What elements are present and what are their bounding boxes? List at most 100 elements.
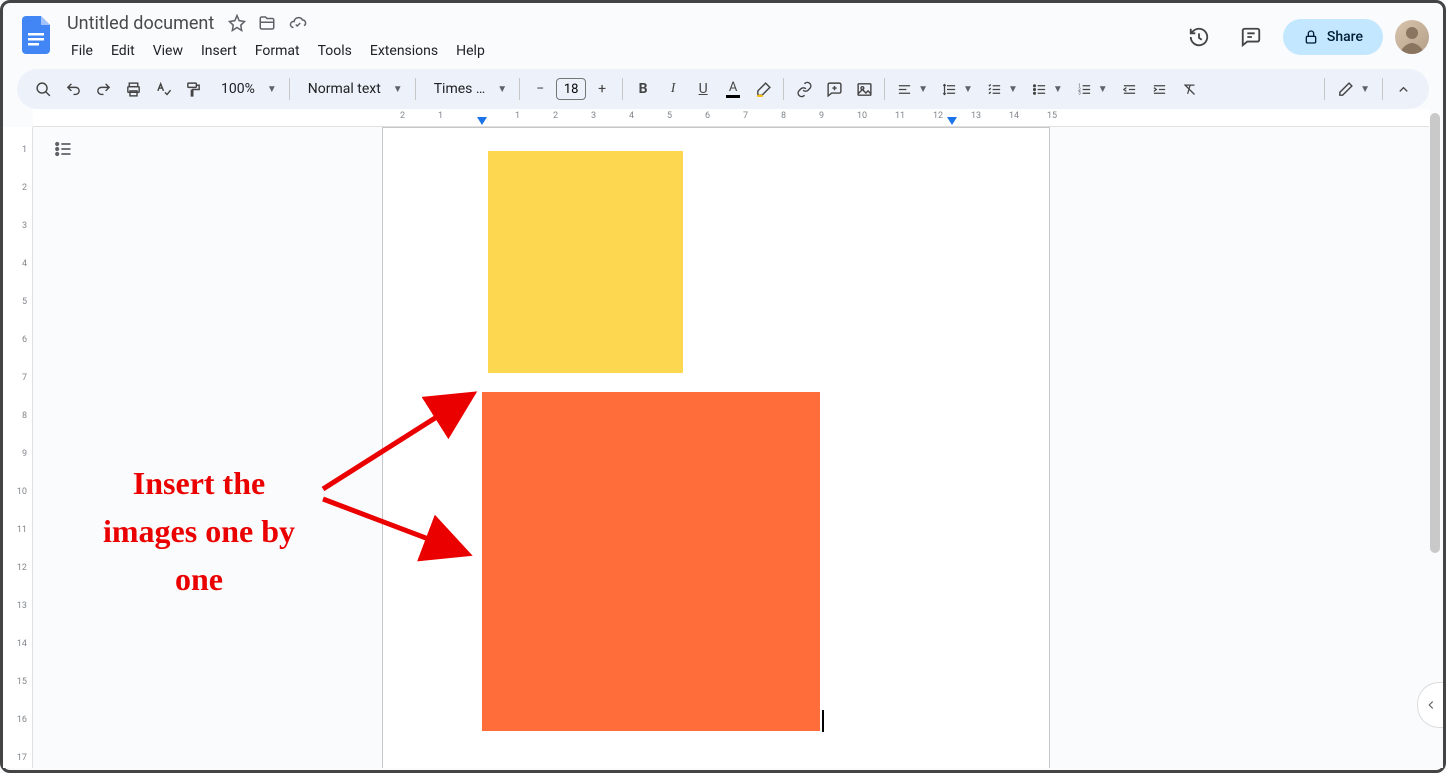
numbered-list-dropdown[interactable]: 123▼ <box>1071 75 1114 103</box>
font-dropdown[interactable]: Times … ▼ <box>422 75 513 103</box>
chevron-down-icon: ▼ <box>963 84 973 95</box>
ruler-tick: 7 <box>743 111 748 121</box>
separator <box>1324 78 1325 100</box>
separator <box>622 78 623 100</box>
vertical-scrollbar[interactable] <box>1430 113 1440 553</box>
text-cursor <box>822 710 824 732</box>
horizontal-ruler[interactable]: 12345678910111213141521 <box>33 109 1429 127</box>
menu-file[interactable]: File <box>63 39 101 63</box>
ruler-tick: 14 <box>1009 111 1019 121</box>
ruler-tick: 7 <box>9 373 27 383</box>
annotation-text: Insert the images one by one <box>69 459 329 603</box>
svg-text:3: 3 <box>1078 91 1081 96</box>
document-page[interactable] <box>382 127 1050 768</box>
ruler-tick: 2 <box>553 111 558 121</box>
insert-image-icon[interactable] <box>850 75 878 103</box>
ruler-tick: 1 <box>438 111 443 121</box>
vertical-ruler[interactable]: 1234567891011121314151617 <box>3 127 33 768</box>
history-icon[interactable] <box>1179 17 1219 57</box>
separator <box>1382 78 1383 100</box>
paint-format-icon[interactable] <box>179 75 207 103</box>
line-spacing-dropdown[interactable]: ▼ <box>936 75 979 103</box>
share-label: Share <box>1327 29 1363 45</box>
ruler-tick: 11 <box>895 111 905 121</box>
spellcheck-icon[interactable] <box>149 75 177 103</box>
indent-marker-right[interactable] <box>947 117 957 125</box>
undo-icon[interactable] <box>59 75 87 103</box>
cloud-status-icon[interactable] <box>288 14 308 32</box>
insert-link-icon[interactable] <box>790 75 818 103</box>
editing-mode-dropdown[interactable]: ▼ <box>1331 75 1376 103</box>
ruler-tick: 4 <box>9 259 27 269</box>
document-outline-icon[interactable] <box>45 131 81 167</box>
menu-extensions[interactable]: Extensions <box>362 39 446 63</box>
increase-font-icon[interactable]: + <box>588 75 616 103</box>
underline-icon[interactable]: U <box>689 75 717 103</box>
move-icon[interactable] <box>258 14 276 32</box>
increase-indent-icon[interactable] <box>1146 75 1174 103</box>
search-icon[interactable] <box>29 75 57 103</box>
italic-icon[interactable]: I <box>659 75 687 103</box>
text-color-icon[interactable]: A <box>719 75 747 103</box>
star-icon[interactable] <box>228 14 246 32</box>
add-comment-icon[interactable] <box>820 75 848 103</box>
bulleted-list-dropdown[interactable]: ▼ <box>1026 75 1069 103</box>
ruler-tick: 9 <box>9 449 27 459</box>
side-panel-expand-icon[interactable] <box>1417 682 1443 728</box>
ruler-tick: 12 <box>9 563 27 573</box>
highlight-icon[interactable] <box>749 75 777 103</box>
collapse-toolbar-icon[interactable] <box>1389 75 1417 103</box>
menu-help[interactable]: Help <box>448 39 493 63</box>
bold-icon[interactable]: B <box>629 75 657 103</box>
paragraph-style-dropdown[interactable]: Normal text▼ <box>296 75 409 103</box>
ruler-tick: 10 <box>9 487 27 497</box>
ruler-tick: 8 <box>9 411 27 421</box>
separator <box>884 78 885 100</box>
decrease-indent-icon[interactable] <box>1116 75 1144 103</box>
menu-edit[interactable]: Edit <box>103 39 143 63</box>
align-dropdown[interactable]: ▼ <box>891 75 934 103</box>
decrease-font-icon[interactable]: − <box>526 75 554 103</box>
checklist-dropdown[interactable]: ▼ <box>981 75 1024 103</box>
ruler-tick: 4 <box>629 111 634 121</box>
ruler-tick: 6 <box>705 111 710 121</box>
chevron-down-icon: ▼ <box>1053 84 1063 95</box>
inserted-image-1[interactable] <box>488 151 683 373</box>
redo-icon[interactable] <box>89 75 117 103</box>
comments-icon[interactable] <box>1231 17 1271 57</box>
menu-view[interactable]: View <box>145 39 191 63</box>
chevron-down-icon: ▼ <box>1008 84 1018 95</box>
print-icon[interactable] <box>119 75 147 103</box>
docs-logo-icon[interactable] <box>17 15 57 55</box>
ruler-tick: 8 <box>781 111 786 121</box>
ruler-tick: 13 <box>971 111 981 121</box>
ruler-tick: 2 <box>400 111 405 121</box>
zoom-dropdown[interactable]: 100%▼ <box>209 75 283 103</box>
menu-insert[interactable]: Insert <box>193 39 245 63</box>
ruler-tick: 13 <box>9 601 27 611</box>
clear-formatting-icon[interactable] <box>1176 75 1204 103</box>
ruler-tick: 3 <box>591 111 596 121</box>
ruler-tick: 9 <box>819 111 824 121</box>
menu-tools[interactable]: Tools <box>310 39 360 63</box>
share-button[interactable]: Share <box>1283 19 1383 55</box>
separator <box>415 78 416 100</box>
chevron-down-icon: ▼ <box>1098 84 1108 95</box>
font-size-input[interactable]: 18 <box>556 78 586 100</box>
ruler-tick: 12 <box>933 111 943 121</box>
ruler-tick: 15 <box>1047 111 1057 121</box>
inserted-image-2[interactable] <box>482 392 820 731</box>
ruler-tick: 16 <box>9 715 27 725</box>
font-value: Times … <box>428 81 492 97</box>
ruler-tick: 2 <box>9 183 27 193</box>
menu-format[interactable]: Format <box>247 39 308 63</box>
account-avatar[interactable] <box>1395 20 1429 54</box>
chevron-down-icon: ▼ <box>497 84 507 95</box>
app-header: Untitled document File Edit View Insert … <box>3 3 1443 65</box>
separator <box>783 78 784 100</box>
ruler-tick: 17 <box>9 753 27 763</box>
indent-marker-left[interactable] <box>477 117 487 125</box>
ruler-tick: 15 <box>9 677 27 687</box>
document-title[interactable]: Untitled document <box>63 11 218 36</box>
ruler-tick: 5 <box>667 111 672 121</box>
